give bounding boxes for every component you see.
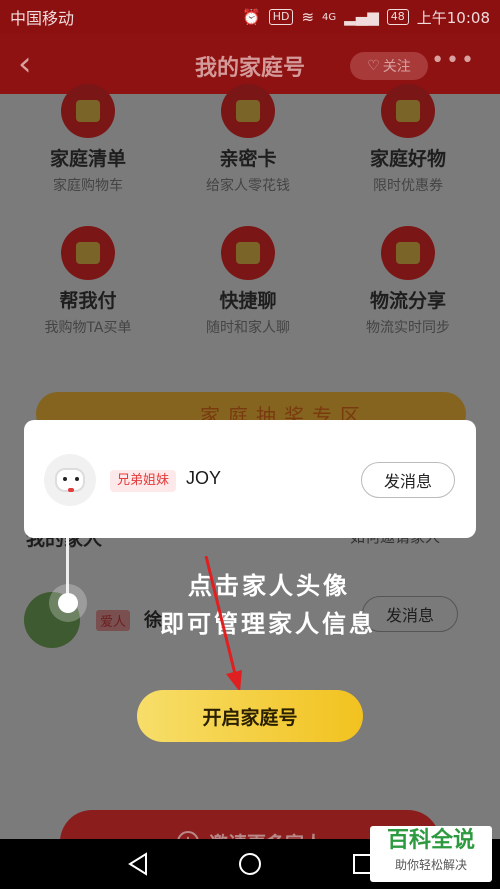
home-circle-icon[interactable] [237,851,263,877]
member-name: JOY [186,468,222,488]
follow-label: 关注 [382,59,411,75]
relation-tag: 爱人 [96,610,131,631]
feature-sub: 家庭购物车 [53,178,123,194]
start-family-button[interactable]: 开启家庭号 [137,690,363,742]
send-message-button[interactable]: 发消息 [362,596,458,632]
follow-button[interactable]: ♡ 关注 [350,52,428,80]
more-icon[interactable]: ••• [431,48,476,73]
watermark-logo: 百科全说 助你轻松解决 [370,826,492,882]
hd-badge: HD [268,9,294,25]
wifi-icon: ≋ [301,8,315,26]
share-icon [381,226,435,280]
network-type: 4G [322,11,337,23]
feature-name: 亲密卡 [219,148,277,170]
feature-sub: 给家人零花钱 [206,178,290,194]
avatar[interactable] [44,454,96,506]
relation-tag: 兄弟姐妹 [110,470,177,492]
feature-intimate-card[interactable]: 亲密卡 给家人零花钱 [168,84,328,195]
signal-icon: ▂▄▆ [344,8,379,26]
feature-name: 帮我付 [59,290,117,312]
feature-sub: 限时优惠券 [373,178,443,194]
guide-hint-line2: 即可管理家人信息 [160,610,376,638]
feature-family-goods[interactable]: 家庭好物 限时优惠券 [328,84,488,195]
watermark-title: 百科全说 [386,828,475,853]
feature-name: 家庭清单 [49,148,126,170]
heart-icon: ♡ [367,58,380,74]
red-arrow-icon [204,556,242,692]
send-message-button[interactable]: 发消息 [361,462,455,498]
back-triangle-icon[interactable] [126,851,152,877]
feature-sub: 物流实时同步 [366,320,450,336]
feature-family-list[interactable]: 家庭清单 家庭购物车 [8,84,168,195]
feature-help-pay[interactable]: 帮我付 我购物TA买单 [8,226,168,337]
feature-sub: 随时和家人聊 [206,320,290,336]
feature-name: 物流分享 [369,290,446,312]
watermark-subtitle: 助你轻松解决 [394,858,467,872]
alarm-icon: ⏰ [242,8,261,26]
feature-sub: 我购物TA买单 [44,320,132,336]
card-icon [221,84,275,138]
chat-icon [221,226,275,280]
feature-name: 家庭好物 [369,148,446,170]
status-bar: 中国移动 ⏰ HD ≋ 4G ▂▄▆ 48 上午10:08 [0,0,500,34]
highlighted-member-card: 兄弟姐妹 JOY 发消息 [24,420,476,538]
clock: 上午10:08 [416,8,490,27]
list-icon [61,84,115,138]
gift-icon [381,84,435,138]
feature-quick-chat[interactable]: 快捷聊 随时和家人聊 [168,226,328,337]
feature-logistics-share[interactable]: 物流分享 物流实时同步 [328,226,488,337]
status-icons: ⏰ HD ≋ 4G ▂▄▆ 48 上午10:08 [242,7,490,28]
guide-pointer-dot [49,584,87,622]
pay-icon [61,226,115,280]
dog-mascot-icon [55,468,85,492]
feature-name: 快捷聊 [219,290,277,312]
carrier-name: 中国移动 [10,9,75,28]
battery-level: 48 [386,9,409,25]
